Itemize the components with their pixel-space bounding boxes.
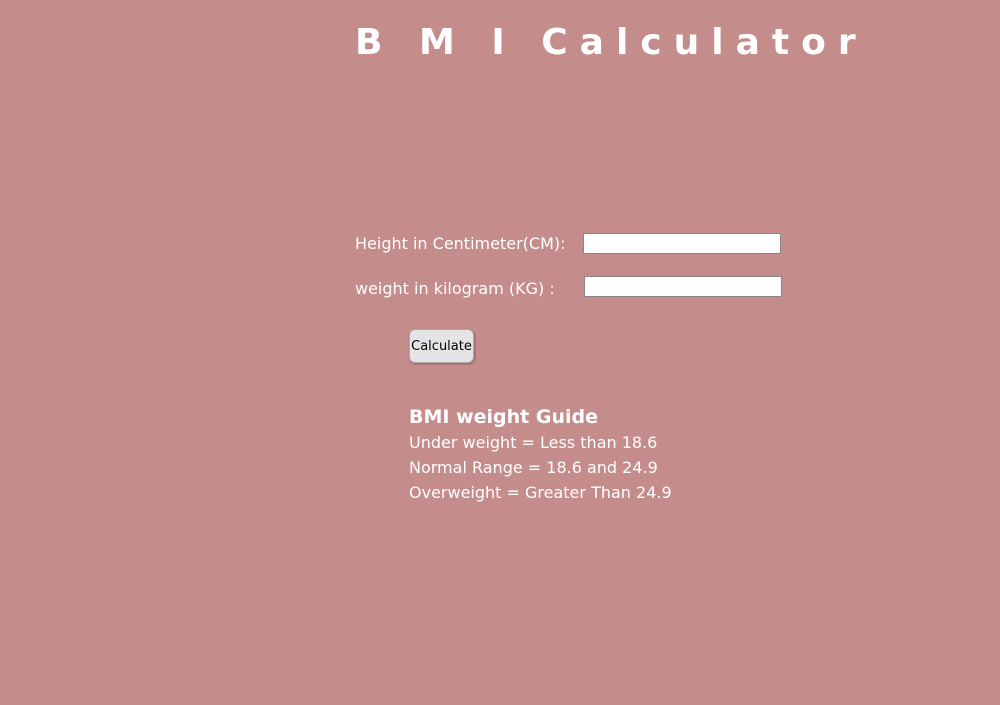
guide-overweight: Overweight = Greater Than 24.9 bbox=[409, 483, 672, 502]
guide-heading: BMI weight Guide bbox=[409, 406, 598, 428]
weight-input[interactable] bbox=[584, 276, 782, 297]
calculate-button[interactable]: Calculate bbox=[409, 329, 474, 363]
page-title: B M I Calculator bbox=[355, 22, 868, 63]
height-label: Height in Centimeter(CM): bbox=[355, 234, 566, 253]
guide-normal: Normal Range = 18.6 and 24.9 bbox=[409, 458, 658, 477]
weight-label: weight in kilogram (KG) : bbox=[355, 279, 555, 298]
guide-underweight: Under weight = Less than 18.6 bbox=[409, 433, 658, 452]
bmi-guide: BMI weight Guide Under weight = Less tha… bbox=[409, 404, 672, 505]
height-input[interactable] bbox=[583, 233, 781, 254]
